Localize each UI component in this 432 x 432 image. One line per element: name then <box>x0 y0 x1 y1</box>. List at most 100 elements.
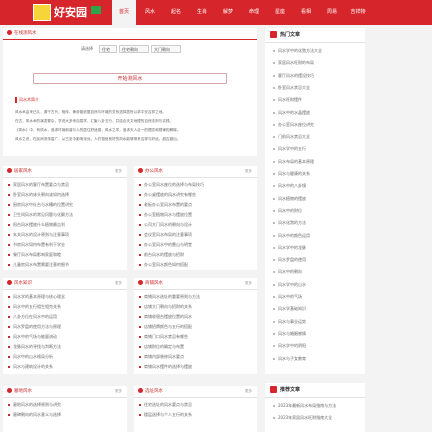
list-item[interactable]: 卧室风水的床头朝向该如何选择 <box>8 191 122 199</box>
list-item[interactable]: 卫生间风水的常见问题与化解方法 <box>8 211 122 219</box>
list-item[interactable]: 龙脉风水的寻找与判断方法 <box>8 343 122 351</box>
nav-item[interactable]: 解梦 <box>216 0 240 25</box>
list-item[interactable]: 店铺大门朝向与招财的关系 <box>139 303 252 311</box>
list-item[interactable]: 八卦方位在风水中的运用 <box>8 313 122 321</box>
nav-item[interactable]: 起名 <box>164 0 188 25</box>
list-item[interactable]: 办公室风水座位的选择与布局技巧 <box>139 181 252 189</box>
bullet-icon <box>273 234 275 237</box>
list-item[interactable]: 儿童房风水布置需要注意的细节 <box>8 261 122 269</box>
sidebar-article-link[interactable]: 风水学中的五行 <box>273 145 361 153</box>
nav-item[interactable]: 命理 <box>242 0 266 25</box>
more-link[interactable]: 更多 <box>115 281 122 286</box>
section-icon <box>138 280 143 285</box>
sidebar-article-link[interactable]: 风水与健康的关系 <box>273 170 361 178</box>
sidebar-article-link[interactable]: 风水与婚姻感情 <box>273 330 361 338</box>
sidebar-article-link[interactable]: 风水化煞的方法 <box>273 219 361 227</box>
list-item[interactable]: 厨房风水中灶台与水槽的位置讲究 <box>8 201 122 209</box>
sidebar-article-link[interactable]: 2023年家居风水旺财指南大全 <box>273 414 361 422</box>
list-item[interactable]: 楼层选择与个人五行的关系 <box>139 411 252 419</box>
bullet-icon <box>8 194 10 196</box>
section-divider <box>3 177 127 178</box>
sidebar-article-link[interactable]: 风水中的水晶摆放 <box>273 109 361 117</box>
list-item[interactable]: 风水与建筑设计的关系 <box>8 363 122 371</box>
more-link[interactable]: 更多 <box>115 389 122 394</box>
sidebar-article-link[interactable]: 风水学中的龙脉 <box>273 244 361 252</box>
sidebar-article-link[interactable]: 风水中的八卦镜 <box>273 182 361 190</box>
list-item[interactable]: 书房风水如何布置有利于学业 <box>8 241 122 249</box>
more-link[interactable]: 更多 <box>245 281 252 286</box>
list-item[interactable]: 风水学的基本原理与核心理念 <box>8 293 122 301</box>
nav-item[interactable]: 看相 <box>294 0 318 25</box>
sidebar-article-link[interactable]: 门前风水禁忌大全 <box>273 133 361 141</box>
list-item[interactable]: 办公室植物风水与摆放位置 <box>139 211 252 219</box>
list-item[interactable]: 风水罗盘的使用方法与原理 <box>8 323 122 331</box>
nav-item[interactable]: 生肖 <box>190 0 214 25</box>
list-item[interactable]: 店铺招牌颜色与五行的搭配 <box>139 323 252 331</box>
door-direction-select[interactable]: 大门朝向 <box>151 45 181 53</box>
nav-item[interactable]: 吉祥物 <box>346 0 370 25</box>
sidebar-article-link[interactable]: 风水植物的摆放 <box>273 195 361 203</box>
more-link[interactable]: 更多 <box>115 169 122 174</box>
list-item[interactable]: 老板办公室风水布置的要点 <box>139 201 252 209</box>
nav-item[interactable]: 周易 <box>320 0 344 25</box>
list-item[interactable]: 风水中的气场与能量流动 <box>8 333 122 341</box>
more-link[interactable]: 更多 <box>245 389 252 394</box>
list-item[interactable]: 餐厅风水布局影响家庭和睦 <box>8 251 122 259</box>
sidebar-article-link[interactable]: 客厅风水的摆设技巧 <box>273 72 361 80</box>
sidebar-article-link[interactable]: 风水中的颜色运用 <box>273 232 361 240</box>
section-title: 选址风水 <box>138 387 163 397</box>
bullet-icon <box>8 254 10 256</box>
sidebar-article-link[interactable]: 风水学基础知识 <box>273 305 361 313</box>
nav-item[interactable]: 首页 <box>112 0 136 25</box>
list-item[interactable]: 商铺收银台摆放位置的风水 <box>139 313 252 321</box>
list-item[interactable]: 会议室风水布局的注意事项 <box>139 231 252 239</box>
sidebar-article-link[interactable]: 风水学中的化煞方法大全 <box>273 47 361 55</box>
bullet-icon <box>139 414 141 416</box>
sidebar-article-link[interactable]: 办公室风水座位讲究 <box>273 121 361 129</box>
list-item[interactable]: 风水中的山水格局分析 <box>8 353 122 361</box>
sidebar-article-link[interactable]: 风水旺财摆件 <box>273 96 361 104</box>
list-item[interactable]: 前台风水的摆放与招财 <box>139 251 252 259</box>
list-item[interactable]: 阳台风水摆放什么植物最吉利 <box>8 221 122 229</box>
sidebar-article-link[interactable]: 风水布局的基本原理 <box>273 158 361 166</box>
nav-item[interactable]: 风水 <box>138 0 162 25</box>
sidebar-article-link[interactable]: 风水中的财位 <box>273 207 361 215</box>
list-item[interactable]: 办公桌摆放的风水讲究有哪些 <box>139 191 252 199</box>
list-item[interactable]: 商铺内部装修风水要点 <box>139 353 252 361</box>
sidebar-article-link[interactable]: 风水罗盘的使用 <box>273 256 361 264</box>
list-item[interactable]: 办公室风水中的靠山与明堂 <box>139 241 252 249</box>
list-item[interactable]: 店铺财位的确定与布置 <box>139 343 252 351</box>
top-navbar: 好安园 首页 风水 起名 生肖 解梦 命理 星座 看相 周易 吉祥物 <box>0 0 432 25</box>
list-item[interactable]: 商铺门口风水禁忌有哪些 <box>139 333 252 341</box>
sidebar-article-link[interactable]: 风水学中的山水 <box>273 281 361 289</box>
sidebar-article-link[interactable]: 卧室风水禁忌大全 <box>273 84 361 92</box>
bullet-icon <box>8 204 10 206</box>
list-item[interactable]: 商铺风水选址的重要原则与方法 <box>139 293 252 301</box>
list-item[interactable]: 墓碑朝向的风水意义与选择 <box>8 411 122 419</box>
house-direction-select[interactable]: 住宅朝向 <box>119 45 149 53</box>
list-item[interactable]: 办公室风水颜色如何搭配 <box>139 261 252 269</box>
bullet-icon <box>8 214 10 216</box>
sidebar-article-link[interactable]: 风水与事业运势 <box>273 318 361 326</box>
sidebar-article-link[interactable]: 风水与子女教育 <box>273 355 361 363</box>
sidebar-article-link[interactable]: 风水中的朝向 <box>273 268 361 276</box>
start-test-button[interactable]: 开始测风水 <box>33 73 227 84</box>
more-link[interactable]: 更多 <box>245 169 252 174</box>
list-item[interactable]: 商铺风水摆件的选择与摆放 <box>139 363 252 371</box>
list-item[interactable]: 公司大门风水的朝向与设计 <box>139 221 252 229</box>
bullet-icon <box>8 336 10 338</box>
list-item[interactable]: 风水中的五行相生相克关系 <box>8 303 122 311</box>
sidebar-article-link[interactable]: 风水中的气场 <box>273 293 361 301</box>
list-item[interactable]: 玄关风水的设计原则与注意事项 <box>8 231 122 239</box>
site-logo[interactable]: 好安园 <box>33 3 103 22</box>
sidebar-article-link[interactable]: 家居风水旺财的布局 <box>273 59 361 67</box>
sidebar-article-link[interactable]: 风水学中的阴阳 <box>273 342 361 350</box>
sidebar-article-link[interactable]: 2023年最新风水布局指南与方法 <box>273 402 361 410</box>
list-item[interactable]: 住宅选址的风水要点与禁忌 <box>139 401 252 409</box>
bullet-icon <box>139 356 141 358</box>
bullet-icon <box>139 234 141 236</box>
nav-item[interactable]: 星座 <box>268 0 292 25</box>
house-type-select[interactable]: 住宅 <box>99 45 117 53</box>
list-item[interactable]: 墓地风水的选择原则与讲究 <box>8 401 122 409</box>
list-item[interactable]: 家居风水的客厅布置要点与禁忌 <box>8 181 122 189</box>
